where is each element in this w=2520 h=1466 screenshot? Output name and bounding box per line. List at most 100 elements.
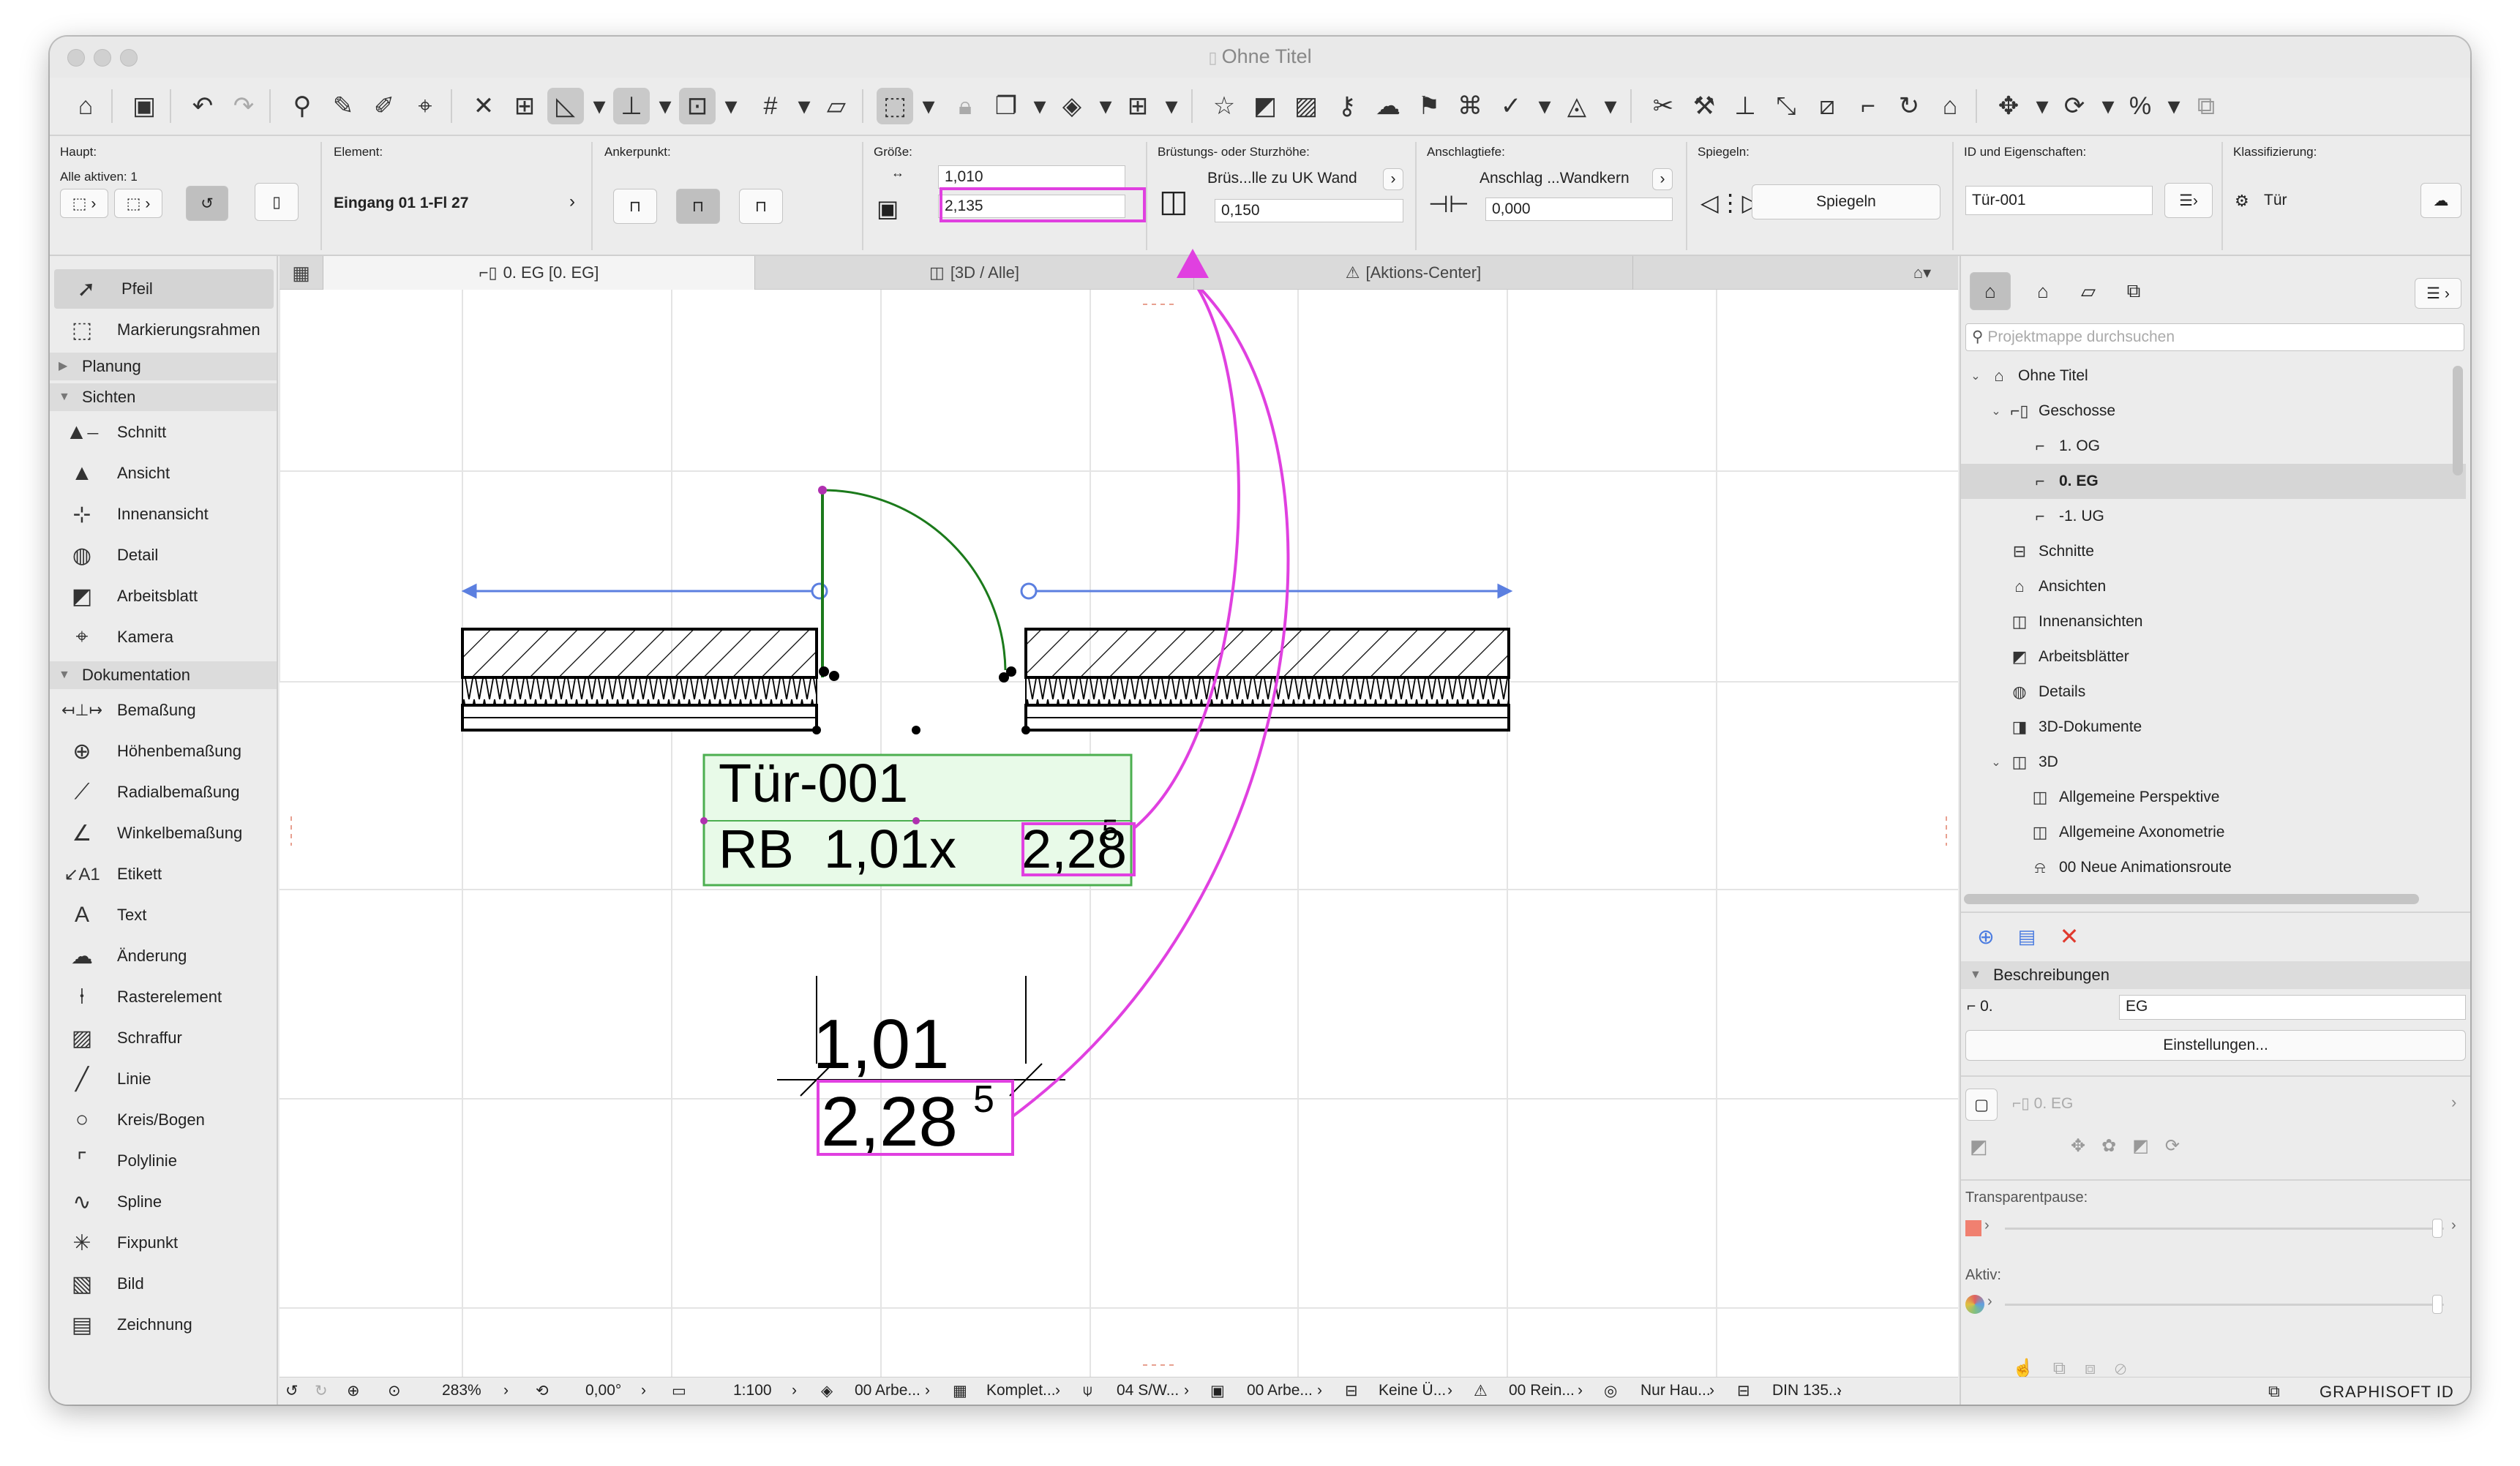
chevron-down-icon[interactable]: ▾	[1160, 88, 1182, 124]
home-icon[interactable]: ⌂	[67, 88, 104, 124]
layer-arrow-icon[interactable]: ›	[925, 1382, 930, 1399]
renovation-arrow-icon[interactable]: ›	[1578, 1382, 1583, 1399]
anchor-left-button[interactable]: ⊓	[613, 189, 657, 224]
settings-button[interactable]: Einstellungen...	[1965, 1030, 2466, 1061]
undo-icon[interactable]: ↶	[184, 88, 221, 124]
add-view-icon[interactable]: ⊕	[1971, 922, 2000, 951]
color-wheel-icon[interactable]	[1965, 1295, 1984, 1314]
tool-bild[interactable]: ▧ Bild	[50, 1264, 277, 1304]
tool-radialbemassung[interactable]: ⟋ Radialbemaßung	[50, 773, 277, 812]
forward-icon[interactable]: ↻	[315, 1382, 328, 1400]
lock-icon[interactable]: 🔒︎	[947, 88, 983, 124]
delete-icon[interactable]: ✕	[2055, 922, 2084, 951]
rebate-field[interactable]: 0,000	[1485, 198, 1673, 221]
resize-icon[interactable]: ⤡	[1768, 88, 1804, 124]
opening-dimension[interactable]: 1,01 2,28 5	[777, 976, 1065, 1161]
tree-item-interiors[interactable]: ◫ Innenansichten	[1961, 604, 2466, 639]
tool-arbeitsblatt[interactable]: ◩ Arbeitsblatt	[50, 576, 277, 616]
sill-mode[interactable]: Brüs...lle zu UK Wand	[1207, 170, 1357, 187]
tree-item-perspective[interactable]: ◫ Allgemeine Perspektive	[1961, 780, 2466, 815]
eyedropper-icon[interactable]: ✎	[325, 88, 361, 124]
scissors-icon[interactable]: ✂	[1645, 88, 1681, 124]
snap-guides-icon[interactable]: ⊥	[613, 88, 650, 124]
tool-marquee[interactable]: ⬚ Markierungsrahmen	[50, 310, 277, 350]
fillet-icon[interactable]: ↻	[1891, 88, 1927, 124]
tool-bemassung[interactable]: ↤⊥↦ Bemaßung	[50, 691, 277, 730]
graphisoft-id[interactable]: GRAPHISOFT ID	[2320, 1383, 2454, 1402]
rotate-view-icon[interactable]: ⟲	[536, 1382, 549, 1400]
magic-wand-icon[interactable]: ⌖	[407, 88, 443, 124]
redo-icon[interactable]: ↷	[225, 88, 262, 124]
pen-set[interactable]: 04 S/W...	[1117, 1382, 1179, 1399]
tree-item-animation[interactable]: ⍾ 00 Neue Animationsroute	[1961, 850, 2466, 885]
place-icon[interactable]: ◩	[1970, 1135, 1988, 1158]
rotate-icon[interactable]: ⟳	[2056, 88, 2093, 124]
elevate-icon[interactable]: ⊥	[1727, 88, 1763, 124]
classification-value[interactable]: Tür	[2264, 192, 2287, 209]
trace-icon[interactable]: ⊞	[1120, 88, 1156, 124]
find-select-icon[interactable]: ⚲	[284, 88, 320, 124]
tool-etikett[interactable]: ↙A1 Etikett	[50, 854, 277, 894]
id-field[interactable]: Tür-001	[1965, 186, 2153, 215]
plane-icon[interactable]: ▱	[818, 88, 855, 124]
tool-zeichnung[interactable]: ▤ Zeichnung	[50, 1305, 277, 1345]
cloud-icon[interactable]: ☁	[2420, 183, 2461, 218]
chevron-down-icon[interactable]: ▾	[720, 88, 742, 124]
tab-overview-icon[interactable]: ▦	[280, 256, 323, 290]
tool-fixpunkt[interactable]: ✳ Fixpunkt	[50, 1223, 277, 1263]
transparency-next-icon[interactable]: ›	[2451, 1217, 2456, 1234]
partial-structure[interactable]: Nur Hau...	[1640, 1382, 1711, 1399]
chevron-down-icon[interactable]: ▾	[588, 88, 610, 124]
model-view-arrow-icon[interactable]: ›	[1317, 1382, 1322, 1399]
angle-value[interactable]: 0,00°	[585, 1382, 621, 1399]
chevron-down-icon[interactable]: ▾	[1095, 88, 1117, 124]
tree-item-story-1ug[interactable]: ⌐ -1. UG	[1961, 499, 2466, 534]
transparency-arrow-icon[interactable]: ›	[1984, 1217, 1990, 1234]
shape-icon[interactable]: ◬	[1559, 88, 1595, 124]
anchor-center-button[interactable]: ⊓	[676, 189, 720, 224]
tool-aenderung[interactable]: ☁ Änderung	[50, 936, 277, 976]
tool-rasterelement[interactable]: ⍿ Rasterelement	[50, 977, 277, 1017]
save-icon[interactable]: ▣	[126, 88, 162, 124]
tool-ansicht[interactable]: ▲ Ansicht	[50, 454, 277, 493]
group-planung[interactable]: ▶ Planung	[50, 353, 277, 380]
active-arrow-icon[interactable]: ›	[1987, 1293, 1992, 1310]
descriptions-header[interactable]: ▼ Beschreibungen	[1961, 961, 2470, 989]
folder-add-icon[interactable]: ▤	[2012, 922, 2041, 951]
view-map-icon[interactable]: ⌂	[2022, 272, 2063, 310]
door-element[interactable]	[812, 486, 1030, 734]
tag-icon[interactable]: ⌘	[1452, 88, 1488, 124]
element-next-icon[interactable]: ›	[569, 192, 575, 212]
tool-detail[interactable]: ◍ Detail	[50, 535, 277, 575]
3d-view-icon[interactable]: ◩	[1247, 88, 1283, 124]
marquee-mode-button[interactable]: ⬚ ›	[114, 189, 162, 218]
window-icon[interactable]: ⧉	[2268, 1382, 2280, 1401]
structure-display[interactable]: Komplet...	[986, 1382, 1056, 1399]
tree-item-story-1og[interactable]: ⌐ 1. OG	[1961, 429, 2466, 464]
pen-arrow-icon[interactable]: ›	[1184, 1382, 1189, 1399]
navigator-menu-icon[interactable]: ☰ ›	[2415, 278, 2461, 309]
graphic-override[interactable]: Keine Ü...	[1379, 1382, 1446, 1399]
props-name-field[interactable]: EG	[2119, 995, 2466, 1020]
chevron-down-icon[interactable]: ▾	[1534, 88, 1556, 124]
transparency-slider-thumb[interactable]	[2432, 1219, 2442, 1238]
group-dokumentation[interactable]: ▼ Dokumentation	[50, 661, 277, 689]
chevron-down-icon[interactable]: ▾	[918, 88, 940, 124]
chevron-down-icon[interactable]: ▾	[2163, 88, 2185, 124]
tool-schraffur[interactable]: ▨ Schraffur	[50, 1018, 277, 1058]
tool-linie[interactable]: ╱ Linie	[50, 1059, 277, 1099]
zoom-arrow-icon[interactable]: ›	[503, 1382, 509, 1399]
vertical-scrollbar[interactable]	[2453, 366, 2463, 475]
grid-icon[interactable]: #	[752, 88, 789, 124]
chevron-down-icon[interactable]: ▾	[1029, 88, 1051, 124]
structure-arrow-icon[interactable]: ›	[1055, 1382, 1060, 1399]
rebate-mode[interactable]: Anschlag ...Wandkern	[1480, 170, 1630, 187]
project-map-icon[interactable]: ⌂	[1970, 272, 2011, 310]
tree-item-elevations[interactable]: ⌂ Ansichten	[1961, 569, 2466, 604]
dimension-standard-arrow-icon[interactable]: ›	[1837, 1382, 1842, 1399]
tool-hoehenbemassung[interactable]: ⊕ Höhenbemaßung	[50, 732, 277, 771]
sill-mode-arrow-icon[interactable]: ›	[1383, 168, 1403, 190]
tool-schnitt[interactable]: ▲⎯ Schnitt	[50, 413, 277, 452]
tab-menu-button[interactable]: ⌂▾	[1886, 256, 1958, 290]
corner-icon[interactable]: ⌐	[1850, 88, 1886, 124]
